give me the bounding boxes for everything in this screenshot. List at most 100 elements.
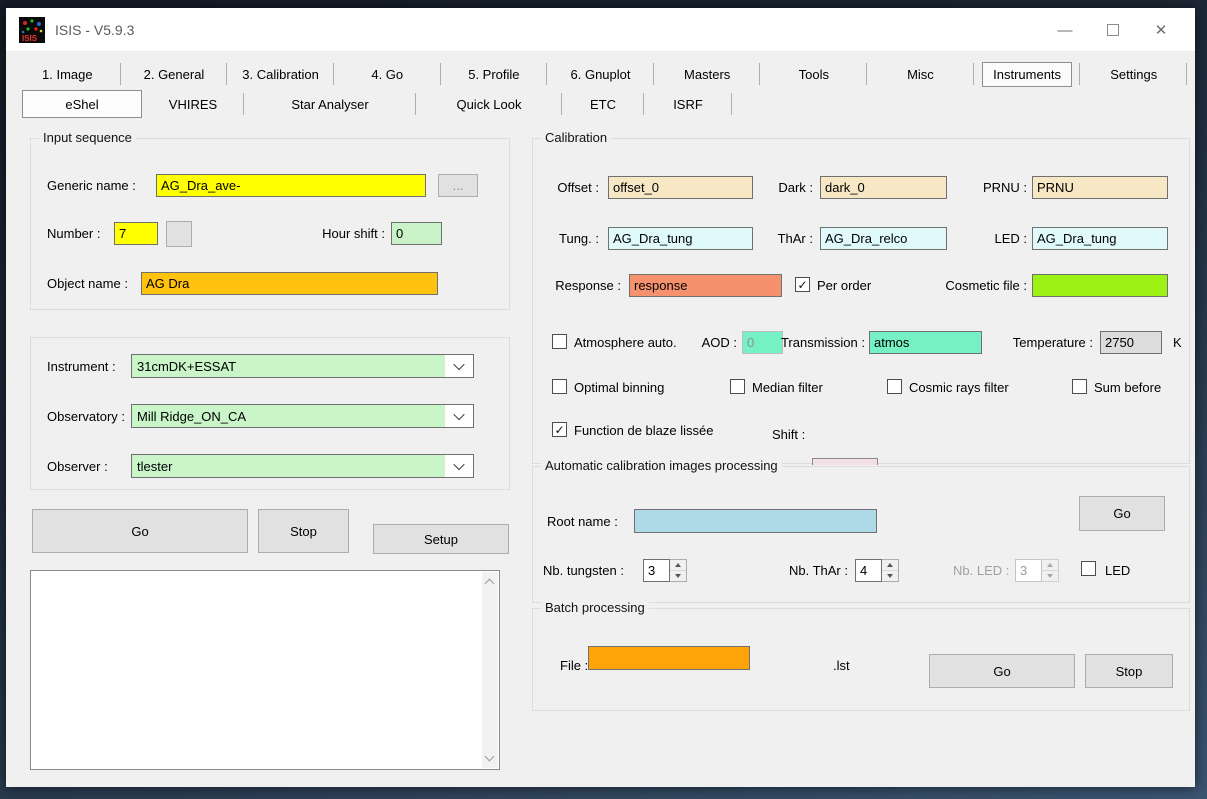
cosmic-rays-label: Cosmic rays filter xyxy=(909,380,1009,395)
tab-general[interactable]: 2. General xyxy=(121,60,228,88)
batch-go-button[interactable]: Go xyxy=(929,654,1075,688)
tab-misc[interactable]: Misc xyxy=(867,60,974,88)
object-name-input[interactable]: AG Dra xyxy=(141,272,438,295)
number-label: Number : xyxy=(47,226,100,241)
led-checkbox-label: LED xyxy=(1105,563,1130,578)
object-name-label: Object name : xyxy=(47,276,128,291)
atmosphere-auto-checkbox[interactable] xyxy=(552,334,567,349)
spin-up-icon xyxy=(1042,560,1058,571)
offset-label: Offset : xyxy=(533,180,599,195)
maximize-icon xyxy=(1107,24,1119,36)
tab-go[interactable]: 4. Go xyxy=(334,60,441,88)
stop-button[interactable]: Stop xyxy=(258,509,349,553)
blaze-label: Function de blaze lissée xyxy=(574,423,713,438)
tab-instruments[interactable]: Instruments xyxy=(974,60,1081,88)
tungsten-input[interactable]: AG_Dra_tung xyxy=(608,227,753,250)
minimize-button[interactable]: — xyxy=(1041,10,1089,50)
scroll-down-icon[interactable] xyxy=(485,752,495,762)
nb-led-spinner: 3 xyxy=(1015,559,1059,582)
chevron-down-icon xyxy=(445,455,473,477)
cosmetic-file-input[interactable] xyxy=(1032,274,1168,297)
spin-down-icon[interactable] xyxy=(882,571,898,581)
nb-thar-spinner[interactable]: 4 xyxy=(855,559,899,582)
tab-quick-look[interactable]: Quick Look xyxy=(416,90,562,118)
batch-processing-title: Batch processing xyxy=(541,600,649,615)
spin-up-icon[interactable] xyxy=(882,560,898,571)
svg-text:ISIS: ISIS xyxy=(22,34,38,43)
median-filter-checkbox[interactable] xyxy=(730,379,745,394)
browse-button[interactable]: ... xyxy=(438,174,478,197)
batch-stop-button[interactable]: Stop xyxy=(1085,654,1173,688)
main-tab-bar: 1. Image 2. General 3. Calibration 4. Go… xyxy=(14,60,1187,88)
prnu-input[interactable]: PRNU xyxy=(1032,176,1168,199)
tab-image[interactable]: 1. Image xyxy=(14,60,121,88)
maximize-button[interactable] xyxy=(1089,10,1137,50)
tab-star-analyser[interactable]: Star Analyser xyxy=(244,90,416,118)
app-window: ISIS ISIS - V5.9.3 — ✕ 1. Image 2. Gener… xyxy=(6,8,1195,787)
transmission-input[interactable]: atmos xyxy=(869,331,982,354)
tab-calibration[interactable]: 3. Calibration xyxy=(227,60,334,88)
offset-input[interactable]: offset_0 xyxy=(608,176,753,199)
number-aux-button[interactable] xyxy=(166,221,192,247)
instrument-tab-bar: eShel VHIRES Star Analyser Quick Look ET… xyxy=(22,90,732,118)
instrument-label: Instrument : xyxy=(47,359,116,374)
tab-isrf[interactable]: ISRF xyxy=(644,90,732,118)
observatory-select[interactable]: Mill Ridge_ON_CA xyxy=(131,404,474,428)
number-input[interactable]: 7 xyxy=(114,222,158,245)
thar-label: ThAr : xyxy=(733,231,813,246)
minimize-icon: — xyxy=(1058,22,1073,39)
close-button[interactable]: ✕ xyxy=(1137,10,1185,50)
spin-up-icon[interactable] xyxy=(670,560,686,571)
sum-before-checkbox[interactable] xyxy=(1072,379,1087,394)
led-checkbox[interactable] xyxy=(1081,561,1096,576)
shift-field-partial[interactable] xyxy=(812,458,878,465)
shift-label: Shift : xyxy=(772,427,805,442)
input-sequence-title: Input sequence xyxy=(39,130,136,145)
generic-name-input[interactable]: AG_Dra_ave- xyxy=(156,174,426,197)
response-input[interactable]: response xyxy=(629,274,782,297)
tab-etc[interactable]: ETC xyxy=(562,90,644,118)
led-file-input[interactable]: AG_Dra_tung xyxy=(1032,227,1168,250)
thar-input[interactable]: AG_Dra_relco xyxy=(820,227,947,250)
nb-led-label: Nb. LED : xyxy=(953,563,1009,578)
per-order-checkbox[interactable]: ✓ xyxy=(795,277,810,292)
title-bar: ISIS ISIS - V5.9.3 — ✕ xyxy=(6,8,1195,52)
tab-masters[interactable]: Masters xyxy=(654,60,761,88)
setup-button[interactable]: Setup xyxy=(373,524,509,554)
hour-shift-input[interactable]: 0 xyxy=(391,222,442,245)
dark-input[interactable]: dark_0 xyxy=(820,176,947,199)
response-label: Response : xyxy=(533,278,621,293)
tab-tools[interactable]: Tools xyxy=(760,60,867,88)
batch-processing-group: Batch processing File : .lst Go Stop xyxy=(532,608,1190,711)
calibration-title: Calibration xyxy=(541,130,611,145)
tab-settings[interactable]: Settings xyxy=(1080,60,1187,88)
file-input[interactable] xyxy=(588,646,750,670)
instrument-select[interactable]: 31cmDK+ESSAT xyxy=(131,354,474,378)
observer-select[interactable]: tlester xyxy=(131,454,474,478)
temperature-input[interactable]: 2750 xyxy=(1100,331,1162,354)
nb-tungsten-spinner[interactable]: 3 xyxy=(643,559,687,582)
scroll-up-icon[interactable] xyxy=(485,579,495,589)
lst-extension-label: .lst xyxy=(833,658,850,673)
optimal-binning-checkbox[interactable] xyxy=(552,379,567,394)
tab-profile[interactable]: 5. Profile xyxy=(441,60,548,88)
log-textarea[interactable] xyxy=(30,570,500,770)
sum-before-label: Sum before xyxy=(1094,380,1161,395)
observatory-label: Observatory : xyxy=(47,409,125,424)
auto-go-button[interactable]: Go xyxy=(1079,496,1165,531)
blaze-checkbox[interactable]: ✓ xyxy=(552,422,567,437)
calibration-group: Calibration Offset : offset_0 Dark : dar… xyxy=(532,138,1190,464)
cosmic-rays-checkbox[interactable] xyxy=(887,379,902,394)
root-name-input[interactable] xyxy=(634,509,877,533)
tab-eshel[interactable]: eShel xyxy=(22,90,142,118)
dark-label: Dark : xyxy=(733,180,813,195)
spin-down-icon[interactable] xyxy=(670,571,686,581)
app-icon: ISIS xyxy=(19,17,45,43)
aod-label: AOD : xyxy=(693,335,737,350)
tab-vhires[interactable]: VHIRES xyxy=(142,90,244,118)
go-button[interactable]: Go xyxy=(32,509,248,553)
nb-tungsten-label: Nb. tungsten : xyxy=(543,563,624,578)
tab-gnuplot[interactable]: 6. Gnuplot xyxy=(547,60,654,88)
log-scrollbar[interactable] xyxy=(482,572,498,768)
per-order-label: Per order xyxy=(817,278,871,293)
